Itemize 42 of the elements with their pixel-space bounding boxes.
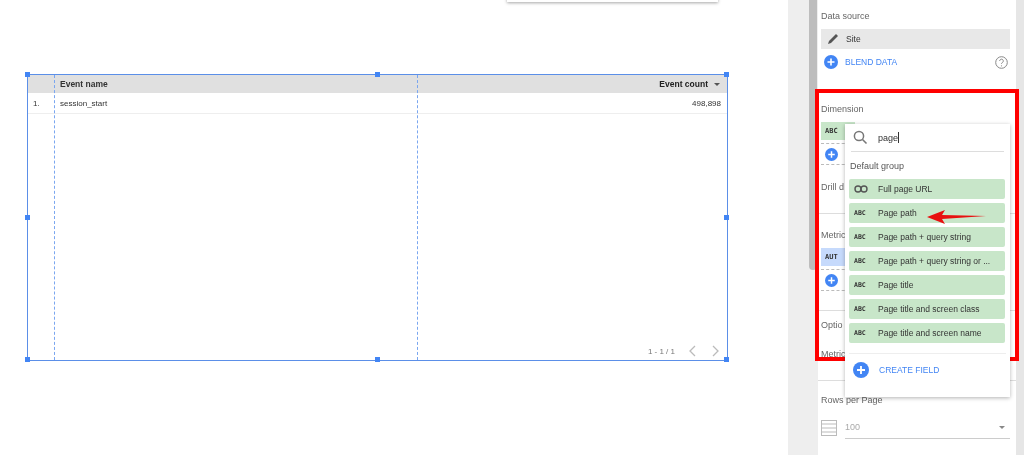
resize-handle[interactable] [25, 72, 30, 77]
resize-handle[interactable] [724, 72, 729, 77]
plus-icon[interactable] [825, 147, 838, 161]
column-header[interactable]: Event name [60, 79, 108, 89]
data-source-field[interactable]: Site [821, 29, 1010, 49]
resize-handle[interactable] [724, 214, 729, 220]
group-label: Default group [850, 161, 906, 171]
resize-handle[interactable] [25, 214, 30, 220]
scrollbar-thumb[interactable] [809, 0, 817, 270]
resize-handle[interactable] [374, 72, 380, 77]
sort-icon[interactable] [713, 81, 721, 87]
resize-handle[interactable] [374, 357, 380, 362]
resize-handle[interactable] [25, 357, 30, 362]
dropdown-caret-icon [998, 424, 1006, 430]
column-header[interactable]: Event count [659, 79, 708, 89]
section-label: Metric [821, 349, 846, 359]
table-cell: 498,898 [692, 98, 721, 108]
previous-page-icon[interactable] [689, 345, 697, 357]
table-chart[interactable]: Event name Event count 1. session_start 498,898 1 - 1 / 1 [27, 74, 728, 361]
table-icon [821, 420, 837, 436]
create-field-button[interactable]: CREATE FIELD [853, 362, 940, 378]
field-option[interactable]: Full page URL [849, 179, 1005, 199]
pagination-text: 1 - 1 / 1 [647, 346, 675, 356]
section-label: Drill d [821, 182, 844, 192]
section-label: Data source [821, 11, 870, 21]
pencil-icon[interactable] [826, 32, 840, 46]
next-page-icon[interactable] [711, 345, 719, 357]
table-cell: session_start [60, 98, 108, 108]
plus-icon[interactable] [825, 273, 838, 287]
section-label: Optio [821, 320, 843, 330]
section-label: Dimension [821, 104, 864, 114]
section-label: Rows per Page [821, 395, 883, 405]
link-icon [854, 185, 868, 193]
row-number: 1. [33, 98, 40, 108]
help-icon[interactable] [995, 55, 1008, 69]
search-field[interactable]: page [851, 124, 1004, 152]
blend-data-button[interactable]: BLEND DATA [824, 55, 898, 69]
resize-handle[interactable] [724, 357, 729, 362]
search-icon [853, 130, 868, 145]
section-label: Metric [821, 230, 846, 240]
plus-icon [824, 55, 838, 69]
plus-icon [853, 362, 869, 378]
